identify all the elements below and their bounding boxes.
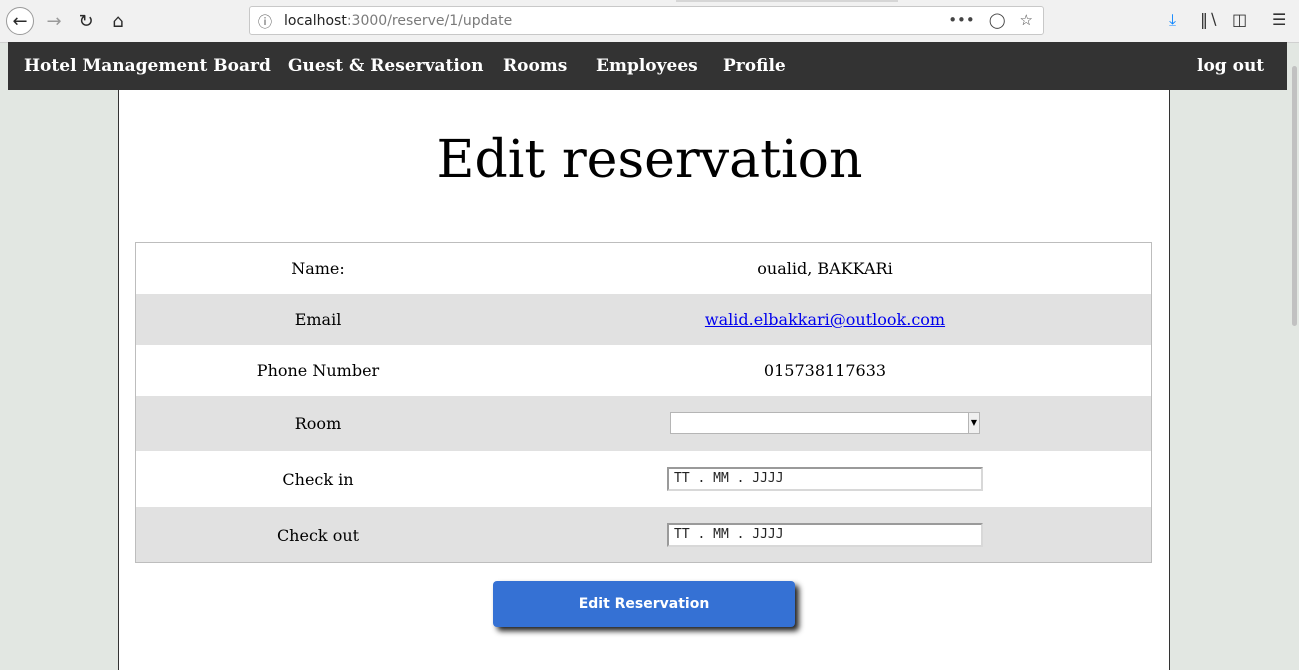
checkout-label: Check out <box>276 526 360 545</box>
form-row-email: Email walid.elbakkari@outlook.com <box>136 294 1151 345</box>
nav-item-employees[interactable]: Employees <box>596 56 698 76</box>
form-row-phone: Phone Number 015738117633 <box>136 345 1151 396</box>
name-value: oualid, BAKKARi <box>757 259 893 278</box>
form-row-room: Room ▼ <box>136 396 1151 451</box>
page-title: Edit reservation <box>436 130 863 190</box>
nav-item-guest-reservation[interactable]: Guest & Reservation <box>288 56 484 76</box>
checkout-date-input[interactable]: TT . MM . JJJJ <box>667 523 983 547</box>
page-scrollbar[interactable] <box>1292 66 1297 326</box>
main-navbar: Hotel Management Board Guest & Reservati… <box>8 42 1287 90</box>
sidebar-icon[interactable]: ◫ <box>1232 10 1247 29</box>
reload-icon[interactable]: ↻ <box>72 7 100 35</box>
reservation-form: Name: oualid, BAKKARi Email walid.elbakk… <box>135 242 1152 563</box>
form-row-name: Name: oualid, BAKKARi <box>136 243 1151 294</box>
pocket-icon[interactable]: ◯ <box>989 11 1006 29</box>
chevron-down-icon[interactable]: ▼ <box>968 413 979 433</box>
home-icon[interactable]: ⌂ <box>104 7 132 35</box>
logout-link[interactable]: log out <box>1197 56 1264 76</box>
nav-item-rooms[interactable]: Rooms <box>503 56 567 76</box>
edit-reservation-button[interactable]: Edit Reservation <box>493 581 795 627</box>
room-select[interactable]: ▼ <box>670 412 980 434</box>
nav-brand[interactable]: Hotel Management Board <box>24 56 271 76</box>
menu-icon[interactable]: ☰ <box>1272 10 1286 29</box>
more-icon[interactable]: ••• <box>948 11 975 29</box>
active-tab-indicator <box>676 0 898 2</box>
url-path: :3000/reserve/1/update <box>346 13 513 29</box>
info-icon[interactable]: ⓘ <box>258 12 272 32</box>
back-icon[interactable]: ← <box>6 7 34 35</box>
checkin-date-input[interactable]: TT . MM . JJJJ <box>667 467 983 491</box>
library-icon[interactable]: ‖∖ <box>1200 10 1218 29</box>
url-text[interactable]: localhost:3000/reserve/1/update <box>284 13 512 29</box>
url-host: localhost <box>284 13 347 29</box>
forward-icon[interactable]: → <box>40 7 68 35</box>
form-row-checkin: Check in TT . MM . JJJJ <box>136 451 1151 507</box>
bookmark-star-icon[interactable]: ☆ <box>1020 11 1033 29</box>
browser-toolbar: ← → ↻ ⌂ ⓘ localhost:3000/reserve/1/updat… <box>0 0 1299 43</box>
nav-item-profile[interactable]: Profile <box>723 56 786 76</box>
room-label: Room <box>294 414 342 433</box>
phone-value: 015738117633 <box>763 361 887 380</box>
form-row-checkout: Check out TT . MM . JJJJ <box>136 507 1151 562</box>
url-bar[interactable]: ⓘ localhost:3000/reserve/1/update ••• ◯ … <box>249 6 1044 35</box>
checkin-label: Check in <box>282 470 354 489</box>
phone-label: Phone Number <box>256 361 380 380</box>
name-label: Name: <box>291 259 345 278</box>
download-icon[interactable]: ⤓ <box>1169 10 1176 30</box>
email-label: Email <box>294 310 342 329</box>
email-link[interactable]: walid.elbakkari@outlook.com <box>705 310 945 329</box>
